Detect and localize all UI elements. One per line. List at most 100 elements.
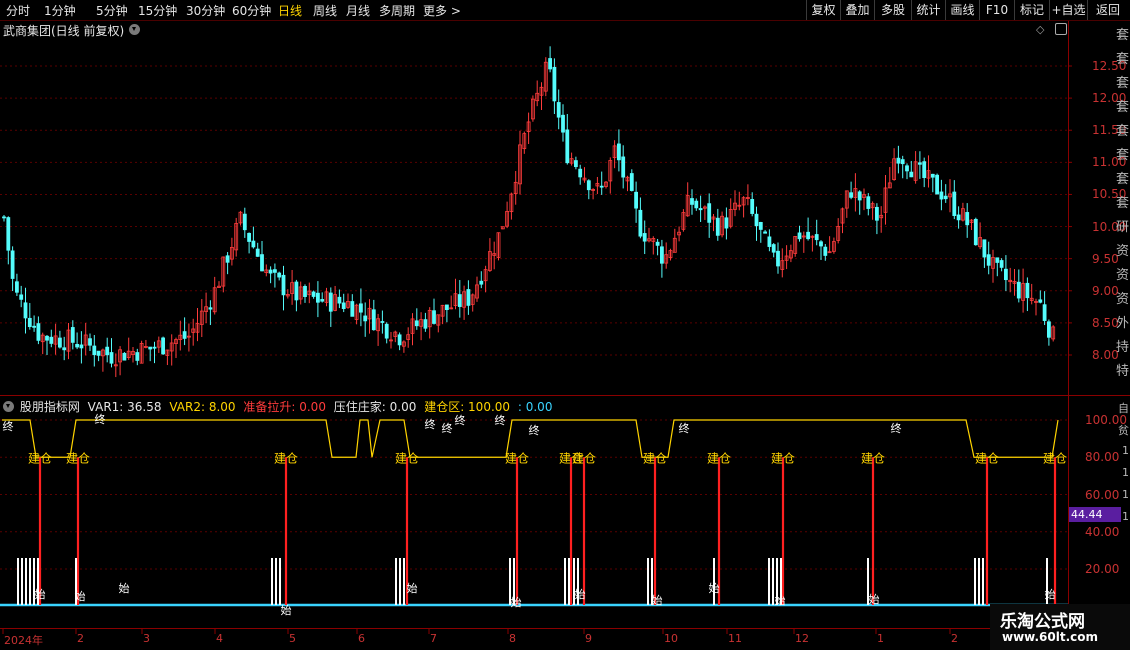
candle <box>1029 283 1034 305</box>
candle <box>887 167 892 189</box>
watermark-url: www.60lt.com <box>1002 630 1099 644</box>
candle <box>930 173 935 193</box>
candle <box>260 240 264 272</box>
candle-body <box>973 218 978 246</box>
jiancang-label: 建仓 <box>572 451 596 465</box>
candle <box>88 333 92 351</box>
candle-body <box>109 352 114 364</box>
candle-body <box>771 244 776 253</box>
date-axis-label: 8 <box>509 632 516 645</box>
candle-body <box>642 233 647 242</box>
candle <box>131 346 135 363</box>
candle <box>952 180 957 220</box>
candle-body <box>617 143 621 161</box>
candle-body <box>92 345 97 356</box>
candle <box>677 226 681 242</box>
indicator-axis-label: 20.00 <box>1085 562 1120 576</box>
candle <box>19 285 24 308</box>
shi-label: 始 <box>709 581 720 595</box>
candle-body <box>750 199 755 214</box>
kline-chart[interactable]: 建仓 建仓 建仓 建仓 建仓 建仓建仓 建仓 建仓 建仓 建仓 建仓 建仓始 始始始始始始 始始始始始终终… <box>0 0 1130 650</box>
shi-label: 始 <box>775 593 786 607</box>
candle <box>440 304 445 325</box>
candle <box>311 290 316 299</box>
candle <box>212 276 217 315</box>
candle <box>973 217 978 246</box>
candle <box>965 203 970 238</box>
candle-body <box>1025 282 1030 299</box>
candle <box>75 332 79 350</box>
candle-body <box>58 337 62 348</box>
candle <box>574 156 578 170</box>
candle-body <box>457 294 462 307</box>
candle <box>281 265 286 311</box>
jiancang-value: 建仓区: 100.00 <box>424 400 511 414</box>
candle-body <box>294 281 299 301</box>
candle-body <box>466 289 471 306</box>
candle <box>866 193 871 216</box>
candle-body <box>767 236 772 247</box>
candle <box>178 320 183 351</box>
candle <box>892 148 896 181</box>
candle-body <box>45 335 49 341</box>
candle <box>500 226 505 230</box>
candle <box>578 164 583 185</box>
candle <box>1025 277 1030 312</box>
candle <box>621 145 626 189</box>
zhong-label: 终 <box>679 421 690 435</box>
indicator-menu-icon[interactable] <box>3 401 14 412</box>
candle <box>444 304 449 323</box>
indicator-name: 股朋指标网 <box>19 400 80 414</box>
candle <box>148 346 153 362</box>
candle-body <box>900 159 905 165</box>
candle <box>1004 255 1008 292</box>
candle-body <box>586 180 591 191</box>
candle <box>49 329 54 348</box>
candle <box>849 181 853 200</box>
candle-body <box>552 66 557 102</box>
candle <box>2 215 6 222</box>
candle-body <box>986 254 991 266</box>
price-axis-label: 9.50 <box>1092 251 1119 266</box>
date-axis-label: 3 <box>143 632 150 645</box>
candle-body <box>758 222 763 230</box>
zhong-label: 终 <box>891 421 902 435</box>
zhong-label: 终 <box>455 413 466 427</box>
date-axis-label: 6 <box>358 632 365 645</box>
candle <box>264 264 269 277</box>
date-axis-label: 1 <box>877 632 884 645</box>
side-panel-char: 套 <box>1115 76 1129 91</box>
candle-body <box>561 114 565 133</box>
candle-body <box>694 200 699 209</box>
candle <box>991 249 995 283</box>
candle <box>569 152 574 166</box>
zhong-label: 终 <box>442 421 453 435</box>
candle-body <box>255 248 260 257</box>
candle-body <box>565 129 570 164</box>
candle <box>470 293 475 312</box>
date-axis-label: 4 <box>216 632 223 645</box>
candle-body <box>922 161 927 178</box>
candle <box>346 293 350 309</box>
candle-body <box>277 272 282 278</box>
candle <box>225 252 230 275</box>
candle <box>423 312 428 332</box>
candle <box>410 313 415 346</box>
side-panel-char: 1 <box>1122 466 1129 479</box>
candle <box>832 237 836 254</box>
candle <box>101 348 105 372</box>
candle-body <box>797 232 802 240</box>
candle <box>750 192 755 217</box>
candle <box>539 82 544 111</box>
candle <box>487 238 492 272</box>
candle <box>535 80 540 107</box>
candle-body <box>939 191 944 200</box>
candle <box>363 302 368 337</box>
candle-body <box>956 214 961 221</box>
candle-body <box>479 280 484 285</box>
candle <box>905 163 909 180</box>
candle-body <box>1047 321 1051 338</box>
candle-body <box>10 250 15 279</box>
candle <box>126 337 131 360</box>
candle <box>247 232 252 254</box>
